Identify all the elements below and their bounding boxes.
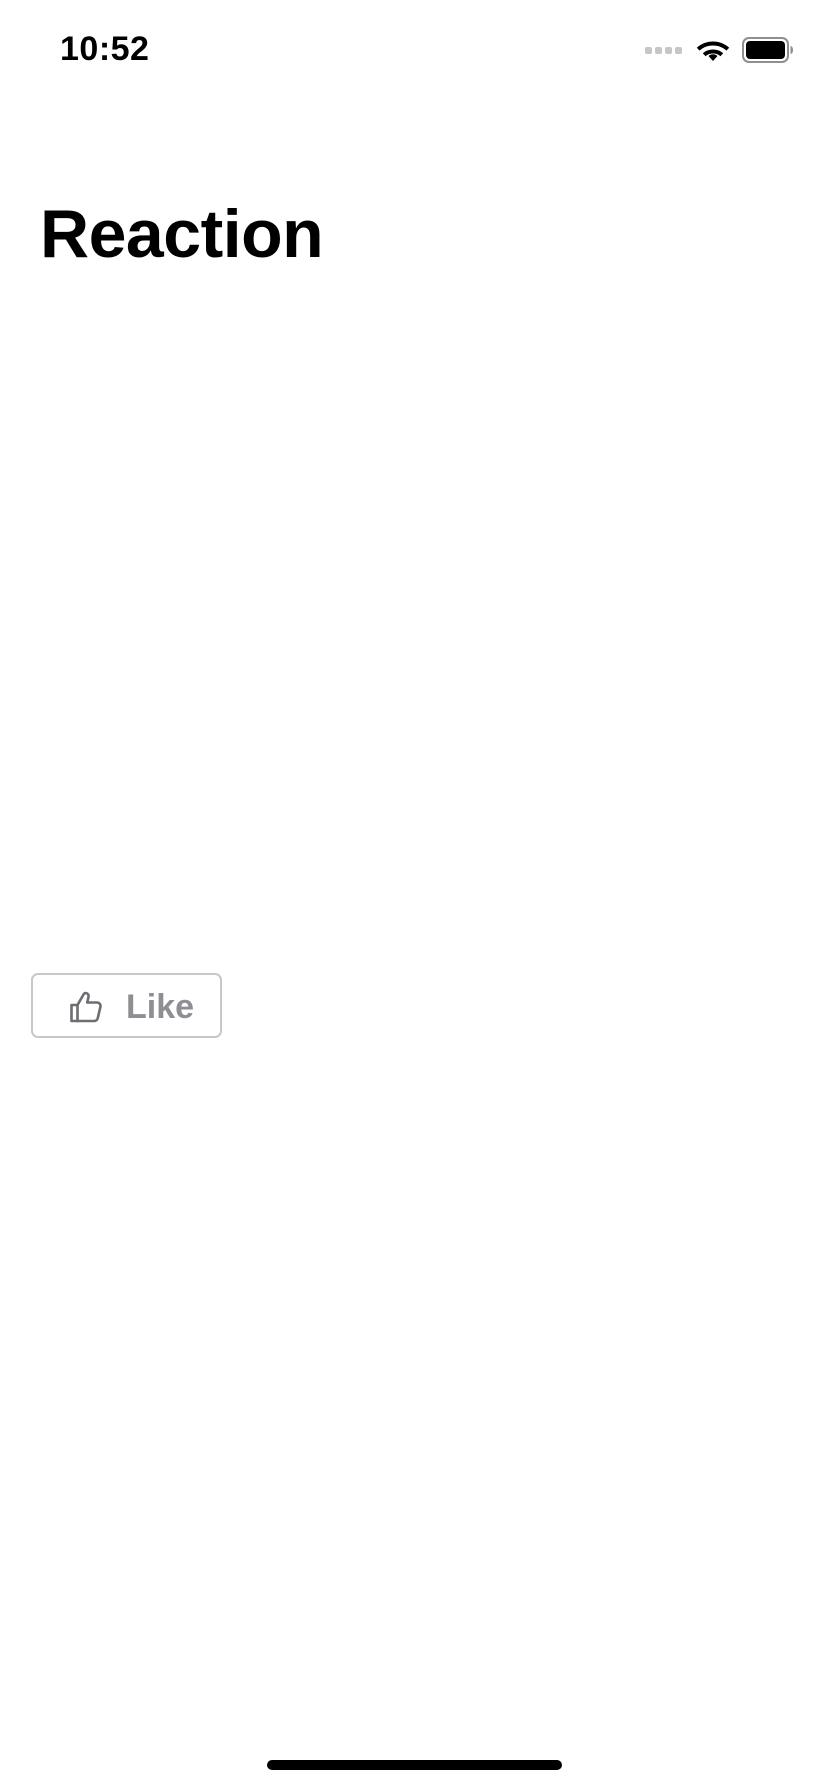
thumbs-up-icon — [70, 991, 102, 1023]
like-button[interactable]: Like — [31, 973, 222, 1038]
wifi-icon — [696, 41, 730, 61]
status-bar: 10:52 — [0, 0, 828, 100]
like-label: Like — [126, 988, 195, 1026]
page-title: Reaction — [40, 196, 324, 272]
screen: 10:52 Reaction Like — [0, 0, 828, 1792]
status-time: 10:52 — [60, 30, 150, 68]
cellular-signal-icon — [645, 46, 682, 54]
home-indicator[interactable] — [267, 1760, 562, 1770]
status-icons — [645, 36, 794, 64]
battery-icon — [742, 37, 793, 63]
